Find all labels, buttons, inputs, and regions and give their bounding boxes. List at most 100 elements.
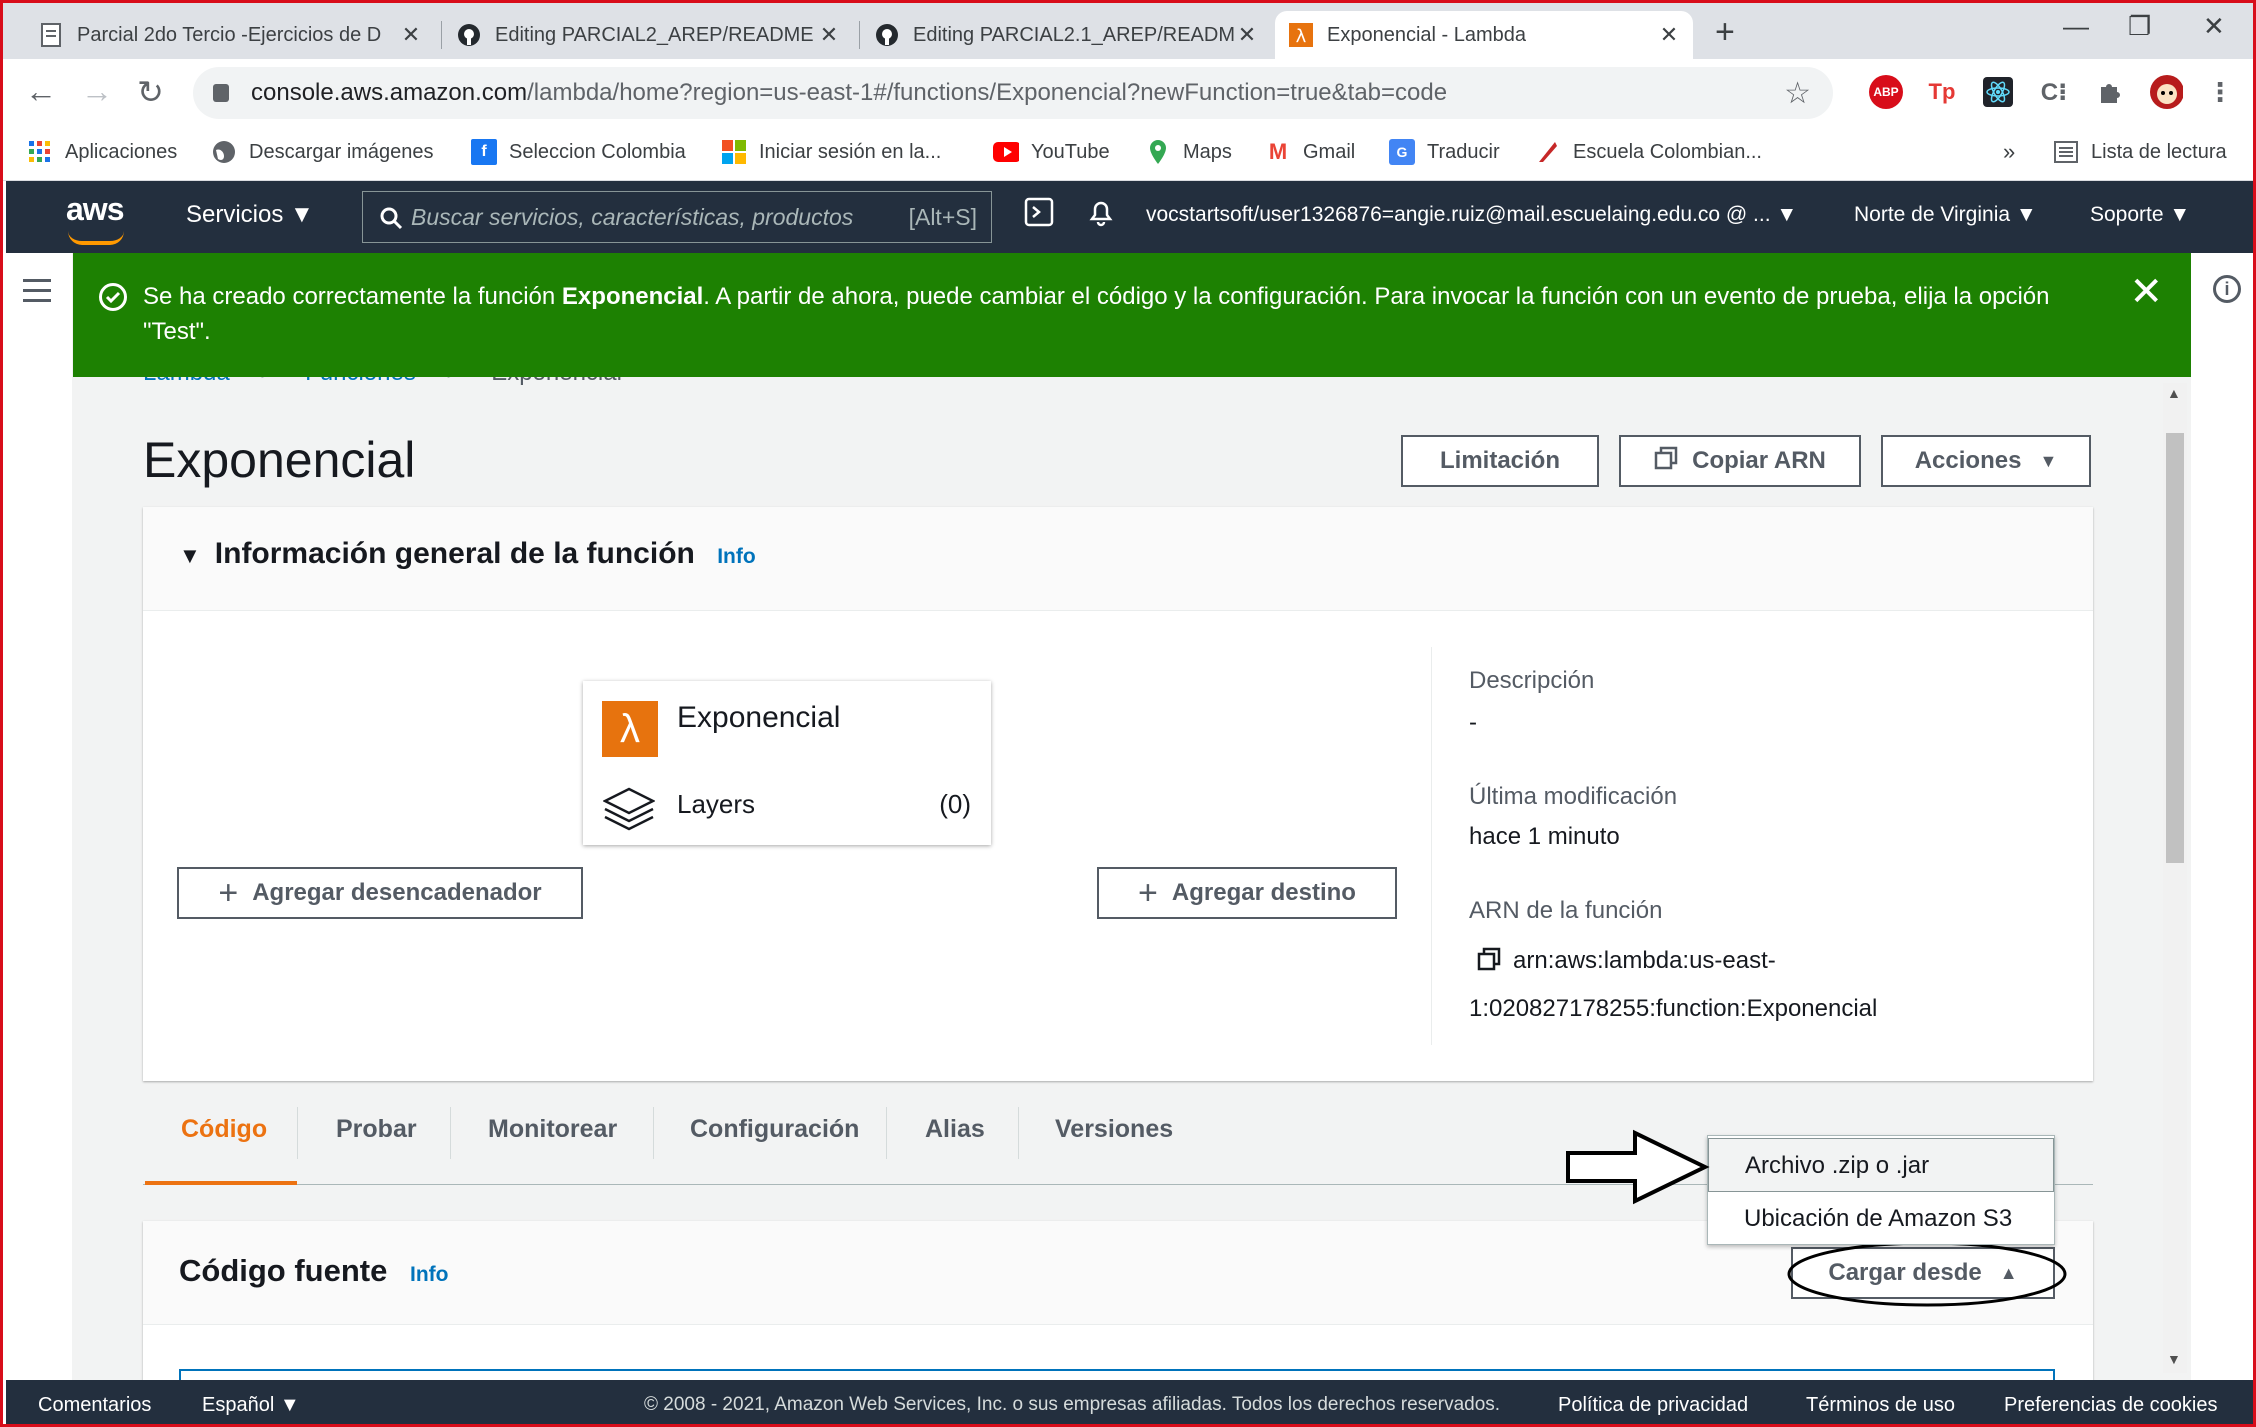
close-window-icon[interactable]: ✕	[2203, 11, 2225, 42]
add-trigger-label: Agregar desencadenador	[252, 879, 542, 906]
tp-extension-icon[interactable]: Tp	[1925, 75, 1959, 109]
code-source-title-text: Código fuente	[179, 1253, 388, 1288]
close-tab-icon[interactable]: ✕	[401, 22, 421, 48]
close-tab-icon[interactable]: ✕	[819, 22, 839, 48]
region-menu[interactable]: Norte de Virginia ▼	[1854, 203, 2037, 227]
avatar[interactable]	[2149, 75, 2183, 109]
reading-list-label: Lista de lectura	[2091, 140, 2227, 163]
tab-configuration[interactable]: Configuración	[690, 1115, 859, 1144]
info-panel-icon[interactable]: i	[2213, 275, 2241, 303]
browser-tab[interactable]: Editing PARCIAL2_AREP/README ✕	[443, 11, 853, 59]
highlight-ellipse	[1787, 1241, 2067, 1307]
adblock-extension-icon[interactable]: ABP	[1869, 75, 1903, 109]
close-tab-icon[interactable]: ✕	[1237, 22, 1257, 48]
globe-icon	[211, 139, 237, 165]
aws-top-nav: aws Servicios ▼ Buscar servicios, caract…	[6, 181, 2253, 253]
browser-toolbar: ← → ↻ console.aws.amazon.com/lambda/home…	[3, 59, 2253, 127]
bookmarks-bar: Aplicaciones Descargar imágenes f Selecc…	[3, 127, 2253, 181]
lambda-icon: λ	[1289, 23, 1313, 47]
bookmark-item[interactable]: G Traducir	[1389, 139, 1500, 165]
close-tab-icon[interactable]: ✕	[1659, 22, 1679, 48]
flash-text-before: Se ha creado correctamente la función	[143, 283, 562, 310]
browser-tab-active[interactable]: λ Exponencial - Lambda ✕	[1275, 11, 1693, 59]
bookmark-label: Descargar imágenes	[249, 140, 434, 163]
hamburger-menu-icon[interactable]	[23, 279, 51, 309]
cloudshell-icon[interactable]	[1024, 197, 1054, 233]
close-icon[interactable]: ✕	[2129, 272, 2163, 312]
menu-kebab-icon[interactable]: ⋮	[2203, 75, 2237, 109]
dropdown-option-s3[interactable]: Ubicación de Amazon S3	[1708, 1192, 2054, 1246]
copy-arn-label: Copiar ARN	[1692, 447, 1826, 474]
support-menu[interactable]: Soporte ▼	[2090, 203, 2190, 227]
info-link[interactable]: Info	[717, 545, 755, 568]
bell-icon[interactable]	[1086, 197, 1116, 233]
aws-search-input[interactable]: Buscar servicios, características, produ…	[362, 191, 992, 243]
aws-logo[interactable]: aws	[66, 191, 124, 245]
privacy-link[interactable]: Política de privacidad	[1558, 1394, 1748, 1417]
school-icon	[1535, 139, 1561, 165]
overview-title: Información general de la función	[214, 537, 695, 570]
lock-icon	[213, 84, 229, 102]
bookmark-item[interactable]: Descargar imágenes	[211, 139, 434, 165]
back-icon[interactable]: ←	[25, 73, 57, 110]
actions-label: Acciones	[1914, 447, 2022, 474]
scrollbar-thumb[interactable]	[2166, 433, 2184, 863]
bookmarks-overflow-button[interactable]: »	[2003, 139, 2015, 165]
tab-test[interactable]: Probar	[336, 1115, 417, 1144]
language-selector[interactable]: Español ▼	[202, 1394, 300, 1417]
scroll-up-icon[interactable]: ▲	[2167, 385, 2181, 401]
restore-icon[interactable]: ❐	[2128, 11, 2151, 42]
tab-versions[interactable]: Versiones	[1055, 1115, 1173, 1144]
dropdown-option-zip[interactable]: Archivo .zip o .jar	[1708, 1138, 2054, 1192]
services-label: Servicios	[186, 201, 284, 228]
copy-icon	[1654, 446, 1678, 477]
arn-value-line2: 1:020827178255:function:Exponencial	[1469, 995, 1878, 1022]
copy-arn-icon[interactable]	[1477, 947, 1501, 978]
bookmark-item[interactable]: Maps	[1145, 139, 1232, 165]
terms-link[interactable]: Términos de uso	[1806, 1394, 1955, 1417]
new-tab-button[interactable]: +	[1715, 13, 1735, 52]
reload-icon[interactable]: ↻	[137, 73, 164, 111]
forward-icon[interactable]: →	[81, 73, 113, 110]
scroll-down-icon[interactable]: ▼	[2167, 1351, 2181, 1367]
panel-header[interactable]: ▼ Información general de la función Info	[143, 507, 2093, 611]
tab-code[interactable]: Código	[181, 1115, 267, 1144]
bookmark-item[interactable]: YouTube	[993, 139, 1110, 165]
search-icon	[379, 206, 403, 230]
bookmark-item[interactable]: Iniciar sesión en la...	[721, 139, 941, 165]
function-card[interactable]: λ Exponencial Layers (0)	[583, 681, 991, 845]
minimize-icon[interactable]: —	[2063, 11, 2089, 42]
services-menu[interactable]: Servicios ▼	[186, 201, 314, 229]
bookmark-item[interactable]: Escuela Colombian...	[1535, 139, 1762, 165]
account-menu[interactable]: vocstartsoft/user1326876=angie.ruiz@mail…	[1146, 203, 1797, 227]
react-extension-icon[interactable]	[1981, 75, 2015, 109]
browser-tab[interactable]: Parcial 2do Tercio -Ejercicios de D ✕	[25, 11, 435, 59]
copy-arn-button[interactable]: Copiar ARN	[1619, 435, 1861, 487]
star-icon[interactable]: ☆	[1784, 76, 1811, 111]
code-extension-icon[interactable]: C⁝	[2037, 75, 2071, 109]
throttle-button[interactable]: Limitación	[1401, 435, 1599, 487]
bookmark-item[interactable]: M Gmail	[1265, 139, 1355, 165]
search-placeholder: Buscar servicios, características, produ…	[411, 203, 854, 230]
tab-separator	[859, 21, 860, 49]
actions-button[interactable]: Acciones ▼	[1881, 435, 2091, 487]
add-destination-button[interactable]: + Agregar destino	[1097, 867, 1397, 919]
feedback-link[interactable]: Comentarios	[38, 1394, 151, 1417]
add-trigger-button[interactable]: + Agregar desencadenador	[177, 867, 583, 919]
reading-list-button[interactable]: Lista de lectura	[2053, 139, 2227, 165]
cookie-preferences-link[interactable]: Preferencias de cookies	[2004, 1394, 2217, 1417]
info-link[interactable]: Info	[410, 1263, 448, 1286]
tab-monitor[interactable]: Monitorear	[488, 1115, 617, 1144]
apps-grid-icon	[27, 139, 53, 165]
tab-aliases[interactable]: Alias	[925, 1115, 985, 1144]
url-host: console.aws.amazon.com	[251, 79, 528, 106]
puzzle-icon[interactable]	[2093, 75, 2127, 109]
bookmark-item[interactable]: Aplicaciones	[27, 139, 177, 165]
address-bar[interactable]: console.aws.amazon.com/lambda/home?regio…	[193, 67, 1833, 119]
last-modified-label: Última modificación	[1469, 783, 1678, 810]
right-rail	[2191, 253, 2253, 1380]
active-tab-indicator	[145, 1181, 297, 1185]
browser-tab[interactable]: Editing PARCIAL2.1_AREP/READM ✕	[861, 11, 1271, 59]
bookmark-item[interactable]: f Seleccion Colombia	[471, 139, 686, 165]
bookmark-label: YouTube	[1031, 140, 1110, 163]
